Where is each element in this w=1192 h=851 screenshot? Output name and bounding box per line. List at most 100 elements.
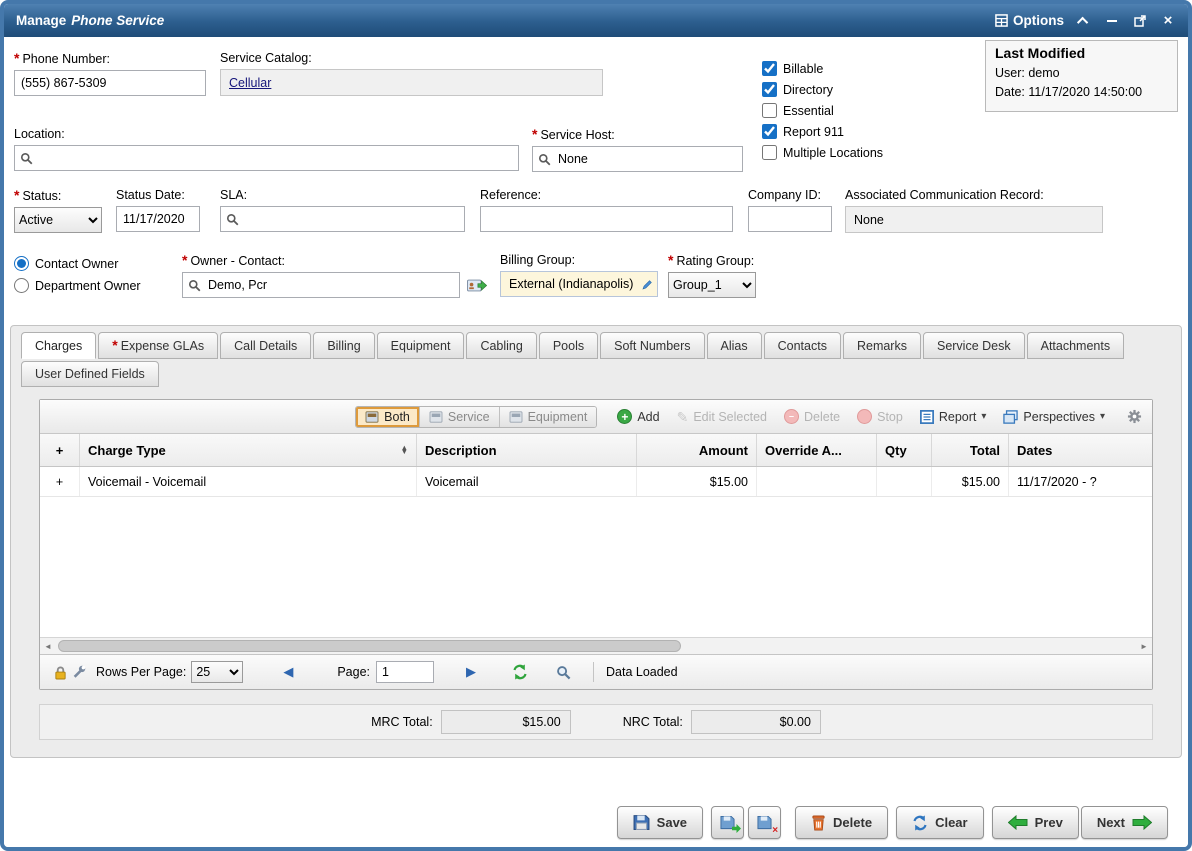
close-x-icon: × [772,826,778,836]
options-button[interactable]: Options [995,13,1064,28]
horizontal-scrollbar[interactable]: ◄ ► [40,637,1152,654]
service-host-lookup[interactable] [532,146,743,172]
label-text: Associated Communication Record: [845,188,1044,202]
col-header-charge-type[interactable]: Charge Type ▲▼ [80,434,417,466]
scrollbar-thumb[interactable] [58,640,681,652]
flag-report-911[interactable]: Report 911 [762,124,883,139]
department-owner-radio[interactable] [14,278,29,293]
tab-pools[interactable]: Pools [539,332,598,359]
page-number-input[interactable] [376,661,434,683]
grid-search-button[interactable] [556,665,571,680]
tab-charges[interactable]: Charges [21,332,96,359]
grid-settings-button[interactable] [1127,409,1142,424]
row-expand-toggle[interactable]: + [40,467,80,496]
tab-soft-numbers[interactable]: Soft Numbers [600,332,704,359]
rating-group-select[interactable]: Group_1 [668,272,756,298]
status-select[interactable]: Active [14,207,102,233]
close-button[interactable]: × [1160,13,1176,29]
flag-billable[interactable]: Billable [762,61,883,76]
expand-all-header[interactable]: + [40,434,80,466]
tab-alias[interactable]: Alias [707,332,762,359]
owner-contact-lookup[interactable] [182,272,460,298]
rating-group-field: Rating Group: Group_1 [668,253,756,298]
label-text: Billing Group: [500,253,575,267]
contact-owner-radio[interactable] [14,256,29,271]
tab-attachments[interactable]: Attachments [1027,332,1124,359]
grid-tools-button[interactable] [72,665,86,679]
table-row[interactable]: + Voicemail - Voicemail Voicemail $15.00… [40,467,1152,497]
tab-call-details[interactable]: Call Details [220,332,311,359]
col-header-override[interactable]: Override A... [757,434,877,466]
popout-button[interactable] [1132,13,1148,29]
lock-button[interactable] [54,665,67,680]
flag-multiple-locations[interactable]: Multiple Locations [762,145,883,160]
edit-selected-button[interactable]: ✎ Edit Selected [672,407,772,427]
company-id-input[interactable] [748,206,832,232]
tab-expense-glas[interactable]: Expense GLAs [98,332,218,359]
contact-owner-radio-row[interactable]: Contact Owner [14,256,141,271]
sla-input[interactable] [244,211,459,227]
location-lookup[interactable] [14,145,519,171]
resize-grip[interactable] [1174,833,1188,847]
delete-button[interactable]: Delete [795,806,888,839]
tab-user-defined-fields[interactable]: User Defined Fields [21,361,159,387]
col-header-description[interactable]: Description [417,434,637,466]
status-date-input[interactable] [116,206,200,232]
tab-remarks[interactable]: Remarks [843,332,921,359]
edit-pencil-icon[interactable] [642,279,653,290]
open-contact-button[interactable] [467,278,487,293]
save-and-new-button[interactable] [711,806,744,839]
next-page-button[interactable]: ▶ [466,664,476,680]
sla-lookup[interactable] [220,206,465,232]
col-header-dates[interactable]: Dates [1009,434,1152,466]
clear-button[interactable]: Clear [896,806,984,839]
phone-number-input[interactable] [14,70,206,96]
rows-per-page-label: Rows Per Page: [96,665,186,679]
collapse-button[interactable] [1076,13,1092,29]
tab-cabling[interactable]: Cabling [466,332,536,359]
minus-glyph: – [789,412,794,421]
stop-charge-button[interactable]: Stop [852,406,908,427]
scroll-right-arrow[interactable]: ► [1136,642,1152,651]
next-button[interactable]: Next [1081,806,1168,839]
chevron-up-icon [1077,16,1088,27]
flag-directory[interactable]: Directory [762,82,883,97]
report-button[interactable]: Report ▾ [915,407,992,427]
refresh-button[interactable] [512,664,528,680]
column-label: Dates [1017,443,1052,458]
col-header-qty[interactable]: Qty [877,434,932,466]
tab-contacts[interactable]: Contacts [764,332,841,359]
flag-essential[interactable]: Essential [762,103,883,118]
col-header-amount[interactable]: Amount [637,434,757,466]
department-owner-radio-row[interactable]: Department Owner [14,278,141,293]
tab-equipment[interactable]: Equipment [377,332,465,359]
save-and-close-button[interactable]: × [748,806,781,839]
tab-service-desk[interactable]: Service Desk [923,332,1025,359]
col-header-total[interactable]: Total [932,434,1009,466]
rows-per-page-select[interactable]: 25 [191,661,243,683]
report-911-checkbox[interactable] [762,124,777,139]
multiple-locations-checkbox[interactable] [762,145,777,160]
toggle-service[interactable]: Service [420,407,500,427]
directory-checkbox[interactable] [762,82,777,97]
essential-checkbox[interactable] [762,103,777,118]
prev-button[interactable]: Prev [992,806,1079,839]
perspectives-button[interactable]: Perspectives ▾ [998,407,1110,427]
tab-billing[interactable]: Billing [313,332,374,359]
reference-input[interactable] [480,206,733,232]
toggle-equipment[interactable]: Equipment [500,407,597,427]
billable-checkbox[interactable] [762,61,777,76]
minimize-button[interactable] [1104,13,1120,29]
service-host-input[interactable] [556,151,737,167]
add-button[interactable]: + Add [612,406,664,427]
prev-page-button[interactable]: ◀ [283,664,293,680]
service-catalog-link[interactable]: Cellular [229,76,271,90]
location-input[interactable] [38,150,513,166]
owner-contact-input[interactable] [206,277,454,293]
toggle-both[interactable]: Both [356,407,420,427]
scroll-left-arrow[interactable]: ◄ [40,642,56,651]
delete-charge-button[interactable]: – Delete [779,406,845,427]
grid-status-text: Data Loaded [606,665,678,679]
billing-group-value-box[interactable]: External (Indianapolis) [500,271,658,297]
save-button[interactable]: Save [617,806,703,839]
